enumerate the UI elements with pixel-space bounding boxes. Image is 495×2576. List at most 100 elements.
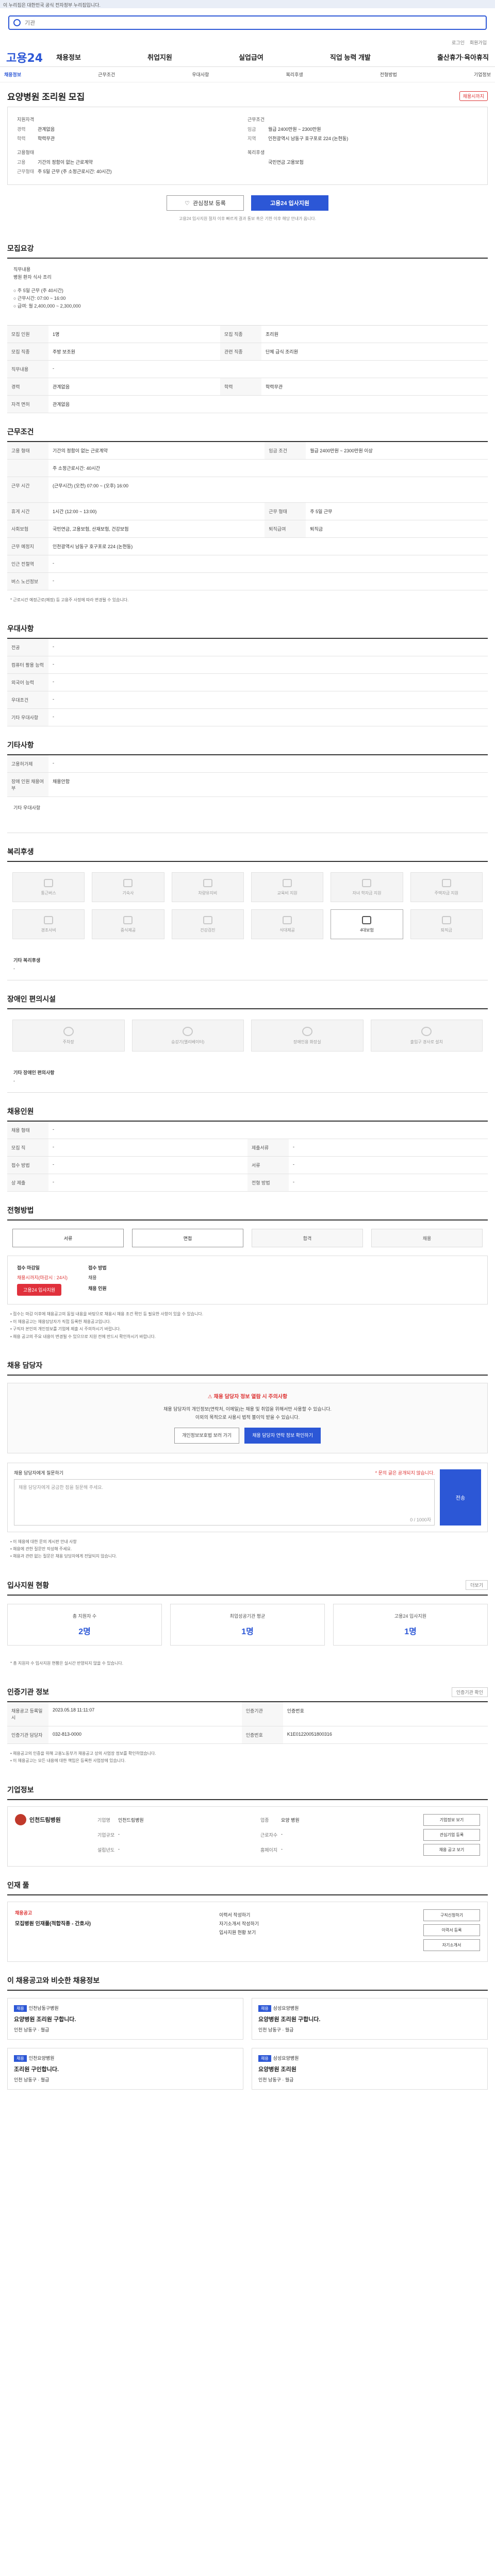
apply-button[interactable]: 고용24 입사지원 — [251, 195, 328, 211]
company-row: 홈페이지 - — [260, 1846, 413, 1853]
cell-head: 버스 노선정보 — [7, 572, 48, 590]
certify-title: 인증기관 정보 — [7, 1688, 50, 1697]
pool-main: 채용공고 모집병원 인재풀(적합직종 - 간호사) — [15, 1909, 209, 1927]
company-title: 기업정보 — [7, 1785, 488, 1800]
stat-card: 총 지원자 수 2명 — [7, 1603, 162, 1646]
inquiry-submit-button[interactable]: 전송 — [440, 1469, 481, 1526]
similar-card[interactable]: 채용 인천요양병원 조리원 구인합니다. 인천 남동구 · 월급 — [7, 2047, 243, 2090]
summary-row: 임금 월급 2400만원 ~ 2300만원 — [248, 126, 478, 132]
certify-notes: • 채용공고의 인증을 위해 고용노동부가 채용공고 상의 사업장 정보를 확인… — [7, 1744, 488, 1771]
cell: 국민연금, 고용보험, 산재보험, 건강보험 — [48, 520, 265, 538]
similar-card[interactable]: 채용 삼성요양병원 요양병원 조리원 인천 남동구 · 월급 — [252, 2047, 488, 2090]
cell: 퇴직금 — [306, 520, 488, 538]
stat-value: 1명 — [404, 1627, 417, 1636]
search-input[interactable]: 기관 — [8, 15, 487, 30]
company-details: 기업명 인천드림병원 업종 요양 병원 기업규모 - 근로자수 - 설립년도 - 홈페이지… — [97, 1814, 413, 1856]
certify-table: 채용공고 등록일시 2023.05.18 11:11:07 인증기관 인증번호 인증기… — [7, 1702, 488, 1744]
privacy-law-button[interactable]: 개인정보보호법 보러 가기 — [174, 1428, 240, 1444]
card-pay: 월급 — [40, 2027, 50, 2032]
heart-icon: ♡ — [185, 200, 190, 207]
desc-line — [13, 282, 482, 287]
gnb-item-training[interactable]: 직업 능력 개발 — [330, 52, 371, 62]
company-logo: 인천드림병원 — [15, 1814, 87, 1825]
summary-left: 지원자격 경력 관계없음 학력 학력무관 고용형태 고용 기간의 정함이 없는 근로계… — [17, 114, 248, 177]
gnb-menu: 채용정보 취업지원 실업급여 직업 능력 개발 출산휴가·육아휴직 — [56, 52, 489, 62]
tab-recruit[interactable]: 채용정보 — [4, 71, 21, 78]
inquiry-textarea[interactable]: 채용 담당자에게 궁금한 점을 질문해 주세요. 0 / 1000자 — [14, 1479, 435, 1526]
company-value: 인천드림병원 — [118, 1817, 144, 1823]
cell: 032-813-0000 — [48, 1726, 242, 1744]
similar-card[interactable]: 채용 삼성요양병원 요양병원 조리원 구합니다. 인천 남동구 · 월급 — [252, 1997, 488, 2040]
welfare-item-active: 4대보험 — [331, 909, 403, 940]
company-info-button[interactable]: 기업정보 보기 — [423, 1814, 480, 1826]
table-row: 고용허가제 - — [7, 755, 488, 773]
process-notes: • 접수는 마감 이후에 채용공고의 동일 내용을 바탕으로 채용시 채용 조건… — [7, 1304, 488, 1347]
status-more-link[interactable]: 더보기 — [466, 1580, 488, 1590]
cell-head: 고용허가제 — [7, 755, 48, 773]
note-line: • 채용과 관련 없는 질문은 채용 담당자에게 전달되지 않습니다. — [10, 1554, 117, 1559]
card-location: 인천 남동구 — [258, 2077, 281, 2082]
welfare-section: 복리후생 통근버스 기숙사 차량유지비 교육비 지원 자녀 학자금 지원 주택자… — [7, 846, 488, 981]
gnb-item-leave[interactable]: 출산휴가·육아휴직 — [437, 52, 489, 62]
cell-head: 임금 조건 — [265, 442, 306, 460]
table-row: 전공 - — [7, 639, 488, 657]
company-favorite-button[interactable]: 관심기업 등록 — [423, 1828, 480, 1841]
pool-item: 입사지원 현황 보기 — [219, 1929, 256, 1935]
cell-head — [7, 459, 48, 477]
tab-process[interactable]: 전형방법 — [380, 71, 397, 78]
certify-section: 인증기관 정보 인증기관 확인 채용공고 등록일시 2023.05.18 11:1… — [7, 1687, 488, 1771]
summary-row: 근무형태 주 5일 근무 (주 소정근로시간: 40시간) — [17, 168, 248, 175]
cell: 1시간 (12:00 ~ 13:00) — [48, 502, 265, 520]
welfare-extra: 기타 복리후생 - — [7, 950, 488, 981]
resume-button[interactable]: 이력서 등록 — [423, 1924, 480, 1936]
gnb-item-unemployment[interactable]: 실업급여 — [239, 52, 263, 62]
similar-card[interactable]: 채용 인천남동구병원 요양병원 조리원 구합니다. 인천 남동구 · 월급 — [7, 1997, 243, 2040]
util-links: 로그인 회원가입 — [0, 37, 495, 47]
table-row: 경력 관계없음 학력 학력무관 — [7, 378, 488, 396]
cover-letter-button[interactable]: 자기소개서 — [423, 1939, 480, 1951]
welfare-item-label: 통근버스 — [41, 890, 56, 895]
cell: - — [48, 708, 488, 727]
note-line: • 채용에 관한 질문만 작성해 주세요. — [10, 1546, 72, 1551]
company-value: - — [281, 1831, 283, 1837]
table-row: 자격 면허 관계없음 — [7, 395, 488, 413]
tab-welfare[interactable]: 복리후생 — [286, 71, 303, 78]
tab-conditions[interactable]: 근무조건 — [98, 71, 115, 78]
company-jobs-button[interactable]: 채용 공고 보기 — [423, 1843, 480, 1856]
apply-note: 고용24 입사지원 절차 이후 빠르게 결과 통보 혹은 기한 이후 해당 안내… — [179, 216, 316, 221]
cell-head: 접수 방법 — [7, 1156, 48, 1175]
view-contact-button[interactable]: 채용 담당자 연락 정보 확인하기 — [244, 1428, 321, 1444]
cell: - — [48, 360, 488, 378]
tab-preference[interactable]: 우대사항 — [192, 71, 209, 78]
company-key: 근로자수 — [260, 1832, 278, 1838]
cell-head: 기타 우대사항 — [7, 708, 48, 727]
card-tag: 채용 — [14, 2005, 27, 2012]
cell: - — [289, 1139, 488, 1157]
certify-button[interactable]: 인증기관 확인 — [451, 1687, 488, 1697]
card-org: 인천요양병원 — [28, 2055, 55, 2061]
logo[interactable]: 고용24 — [6, 49, 43, 65]
job-seek-button[interactable]: 구직신청하기 — [423, 1909, 480, 1921]
card-location: 인천 남동구 — [14, 2027, 37, 2032]
join-link[interactable]: 회원가입 — [470, 39, 487, 46]
cell-head: 장애 인원 채용여부 — [7, 772, 48, 798]
desc-line: 직무내용 — [13, 267, 31, 272]
cell: - — [48, 691, 488, 709]
contact-title: 채용 담당자 — [7, 1360, 488, 1376]
tab-company[interactable]: 기업정보 — [474, 71, 491, 78]
login-link[interactable]: 로그인 — [452, 39, 465, 46]
gnb-item-support[interactable]: 취업지원 — [147, 52, 172, 62]
cell-head: 인증번호 — [241, 1726, 283, 1744]
company-value: 요양 병원 — [281, 1817, 300, 1823]
cell-head: 고용 형태 — [7, 442, 48, 460]
card-tag: 채용 — [258, 2055, 271, 2062]
house-icon — [441, 878, 451, 887]
cell-head: 관련 직종 — [220, 343, 262, 361]
scrap-button[interactable]: ♡ 관심정보 등록 — [167, 195, 244, 211]
cell-head: 제출서류 — [248, 1139, 289, 1157]
cell: 1명 — [48, 326, 221, 343]
apply-now-button[interactable]: 고용24 입사지원 — [17, 1284, 62, 1296]
disability-grid: 주차장 승강기(엘리베이터) 장애인용 화장실 출입구 경사로 설치 — [7, 1009, 488, 1062]
gnb-item-jobs[interactable]: 채용정보 — [56, 52, 81, 62]
process-step: 합격 — [252, 1229, 363, 1248]
